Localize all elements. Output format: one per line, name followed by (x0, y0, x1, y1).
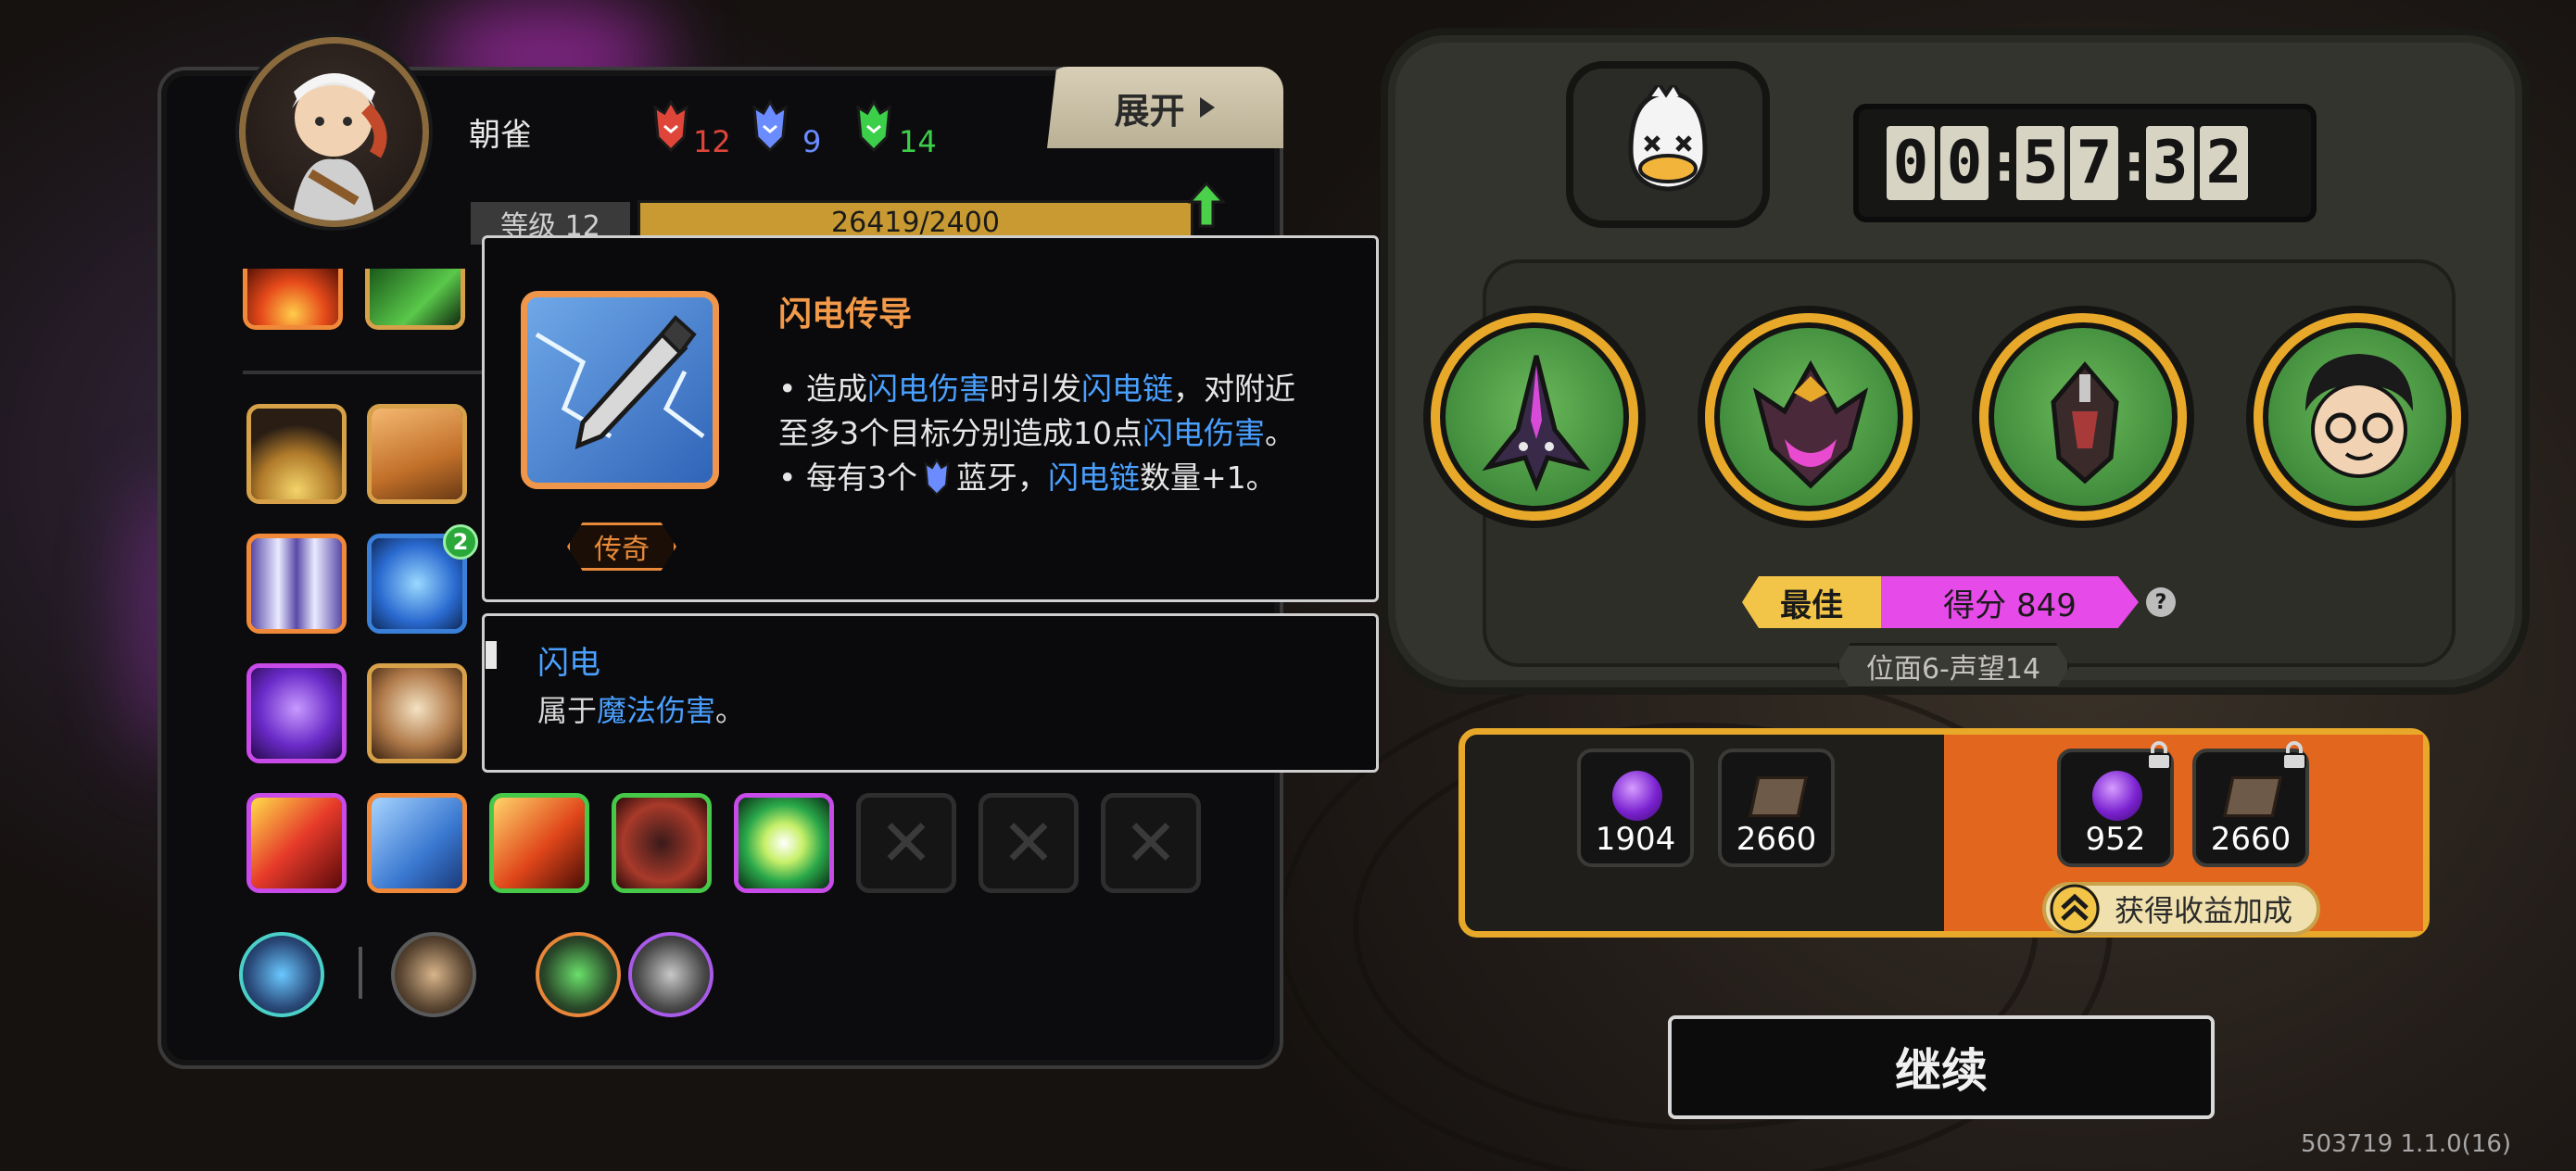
skill-divider (243, 371, 484, 374)
skill-red-hand[interactable] (612, 793, 712, 893)
blue-gem-icon (752, 100, 788, 152)
tooltip-title: 闪电传导 (778, 296, 913, 334)
armored-drake-icon (2051, 361, 2119, 485)
lock-icon (2147, 741, 2171, 770)
curly-hair-glasses-icon (2305, 354, 2413, 478)
best-label: 最佳 (1742, 576, 1881, 628)
blue-gem-count: 9 (802, 124, 822, 159)
player-name: 朝雀 (469, 117, 532, 154)
green-gem-icon (856, 100, 891, 152)
lightning-rune-icon[interactable] (239, 932, 324, 1017)
empty-skill-slot[interactable]: ✕ (1101, 793, 1201, 893)
lock-icon (2282, 741, 2306, 770)
red-gem-count: 12 (693, 124, 731, 159)
red-gem-icon (653, 100, 688, 152)
skill-sunrise[interactable] (246, 404, 347, 504)
lightning-dagger-icon (521, 291, 719, 489)
reward-book: 2660 (1718, 749, 1835, 867)
triangle-right-icon (1199, 97, 1215, 118)
timer-digit: 7 (2070, 126, 2118, 200)
skill-level-badge: 2 (443, 524, 478, 560)
reward-book-value: 2660 (1736, 821, 1817, 858)
skill-skull-cloud[interactable] (367, 663, 467, 763)
timer-digit: 0 (1940, 126, 1989, 200)
timer-digit: 0 (1887, 126, 1935, 200)
skill-fire-burst[interactable] (243, 269, 343, 330)
purple-orb-icon (2092, 771, 2142, 821)
tag-title: 闪电 (537, 645, 600, 682)
reward-orb: 1904 (1577, 749, 1694, 867)
rune-separator (359, 947, 362, 999)
book-icon (2223, 776, 2282, 817)
tag-description: 属于魔法伤害。 (537, 693, 746, 728)
score-value: 得分 849 (1881, 576, 2139, 628)
timer-digit: 5 (2016, 126, 2065, 200)
green-gem-count: 14 (899, 124, 937, 159)
continue-button[interactable]: 继续 (1668, 1015, 2215, 1119)
skill-flame-blade[interactable] (489, 793, 589, 893)
character-avatar[interactable] (239, 37, 429, 227)
skill-earth-spikes[interactable] (367, 404, 467, 504)
party-unit-4[interactable] (2246, 306, 2469, 528)
party-unit-3[interactable] (1972, 306, 2194, 528)
timer-digits: 0 0 : 5 7 : 3 2 (1887, 126, 2248, 200)
bonus-orb-value: 952 (2085, 821, 2146, 858)
tooltip-description: • 造成闪电伤害时引发闪电链，对附近 至多3个目标分别造成10点闪电伤害。 • … (778, 371, 1295, 497)
timer-colon: : (2124, 132, 2145, 194)
location-label: 位面6-声望14 (1837, 643, 2070, 689)
feather-rune-icon[interactable] (391, 932, 476, 1017)
skill-lightning-dagger[interactable] (367, 793, 467, 893)
defeated-duck-icon (1628, 85, 1708, 192)
skill-green-slash[interactable] (365, 269, 465, 330)
purple-orb-icon (1612, 771, 1662, 821)
checkmark-rune-icon[interactable] (536, 932, 621, 1017)
empty-skill-slot[interactable]: ✕ (979, 793, 1079, 893)
skill-white-pillars[interactable] (246, 534, 347, 634)
level-up-arrow-icon[interactable] (1188, 182, 1225, 228)
horned-beast-icon (1752, 359, 1869, 489)
book-icon (1749, 776, 1808, 817)
party-unit-2[interactable] (1698, 306, 1920, 528)
score-help-icon[interactable]: ? (2146, 587, 2176, 617)
timer-colon: : (1994, 132, 2015, 194)
empty-skill-slot[interactable]: ✕ (856, 793, 956, 893)
version-label: 503719 1.1.0(16) (2301, 1130, 2512, 1158)
expand-label: 展开 (1114, 90, 1185, 132)
bonus-book-value: 2660 (2210, 821, 2292, 858)
timer-digit: 3 (2146, 126, 2194, 200)
rarity-badge: 传奇 (567, 523, 676, 571)
blue-gem-icon (924, 458, 950, 497)
rank-up-chevron-icon (2050, 884, 2100, 934)
party-unit-1[interactable] (1423, 306, 1646, 528)
tag-tooltip-marker (486, 641, 497, 669)
timer-digit: 2 (2200, 126, 2248, 200)
skill-starburst[interactable] (734, 793, 834, 893)
drake-icon (1482, 355, 1591, 492)
shield-rune-icon[interactable] (628, 932, 713, 1017)
reward-orb-value: 1904 (1595, 821, 1676, 858)
skill-purple-orb[interactable] (246, 663, 347, 763)
expand-button[interactable]: 展开 (1047, 67, 1283, 148)
skill-fire-arrow[interactable] (246, 793, 347, 893)
